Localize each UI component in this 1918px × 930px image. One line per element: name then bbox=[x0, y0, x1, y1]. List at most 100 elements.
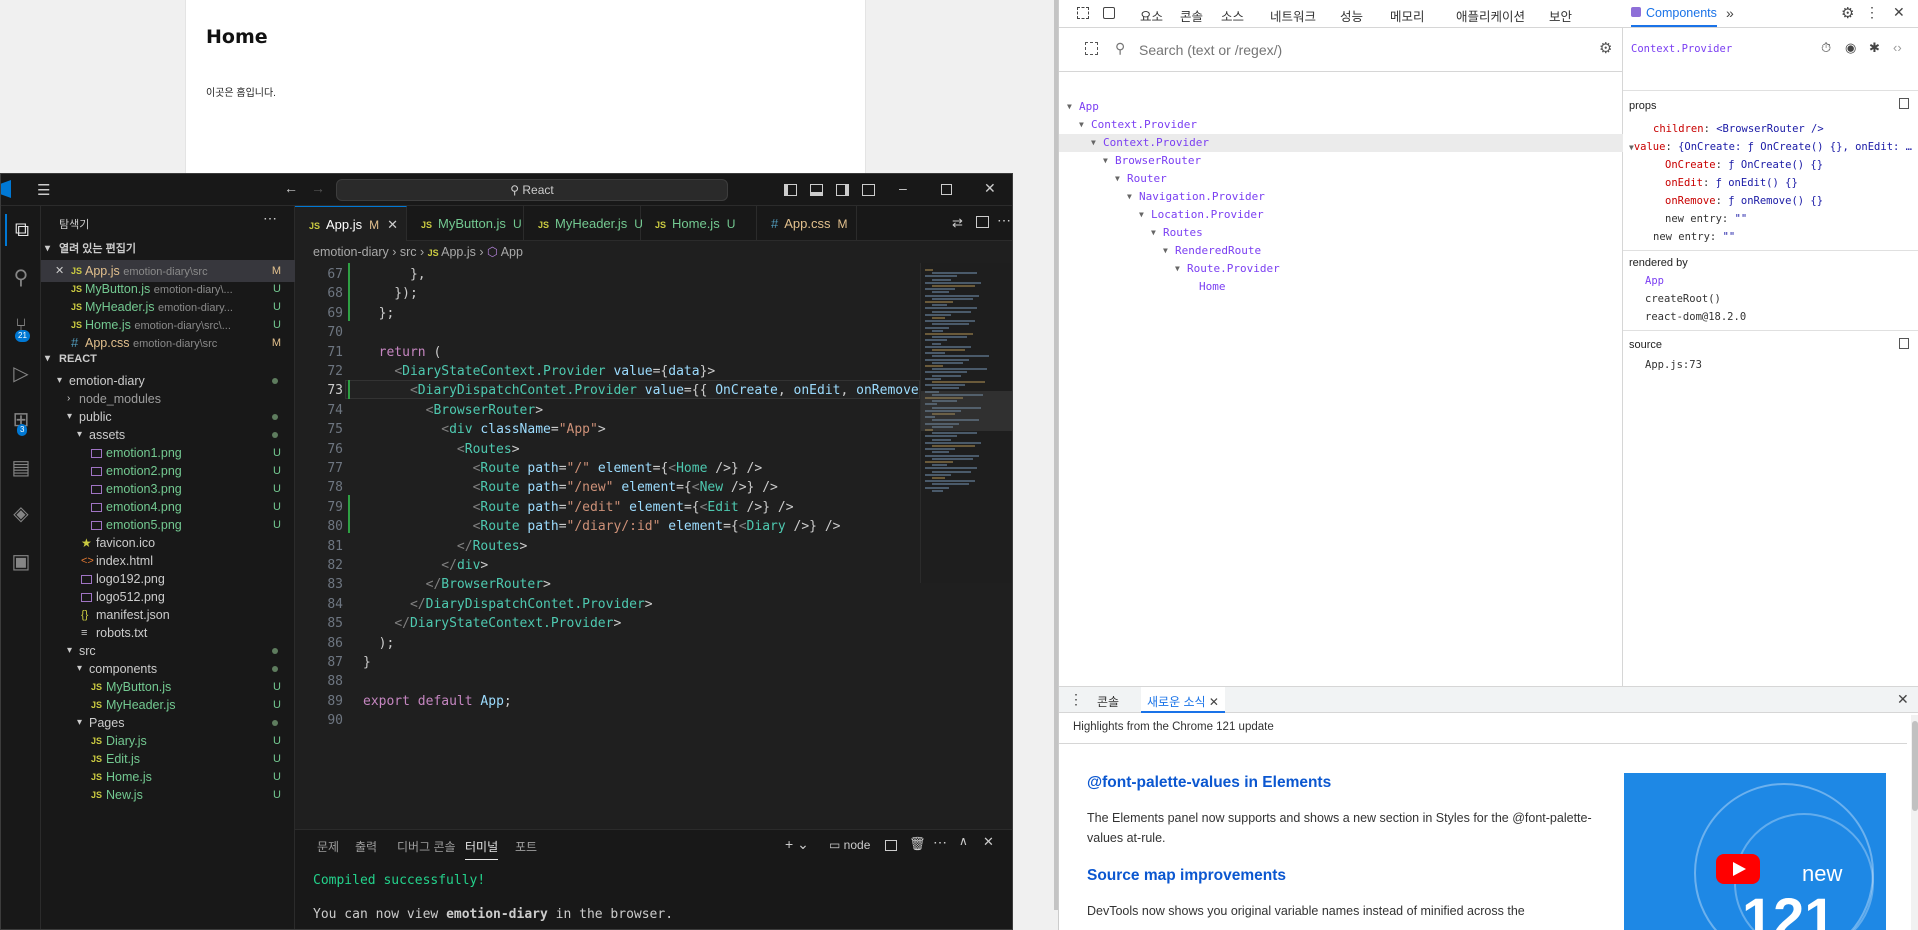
feature-heading-1[interactable]: @font-palette-values in Elements bbox=[1087, 774, 1331, 792]
devtools-tab[interactable]: 콘솔 bbox=[1180, 6, 1203, 25]
prop-row[interactable]: OnCreate: ƒ OnCreate() {} bbox=[1653, 156, 1823, 174]
inspect-element-icon[interactable] bbox=[1077, 7, 1089, 19]
prop-row[interactable]: new entry: "" bbox=[1653, 210, 1747, 228]
command-center[interactable]: ⚲ React bbox=[336, 179, 728, 201]
drawer-tab-whats-new[interactable]: 새로운 소식 ✕ bbox=[1141, 687, 1225, 713]
prop-row[interactable]: onRemove: ƒ onRemove() {} bbox=[1653, 192, 1823, 210]
minimap-slider[interactable] bbox=[921, 391, 1012, 431]
code-line[interactable]: }, bbox=[363, 265, 426, 284]
code-line[interactable]: <Route path="/" element={<Home />} /> bbox=[363, 459, 763, 478]
new-terminal-icon[interactable]: + ⌄ bbox=[785, 836, 809, 853]
code-line[interactable]: <div className="App"> bbox=[363, 420, 605, 439]
code-line[interactable]: <DiaryDispatchContet.Provider value={{ O… bbox=[363, 381, 919, 400]
tree-item[interactable]: JS New.js U bbox=[41, 784, 295, 806]
view-source-icon[interactable]: ‹› bbox=[1893, 40, 1902, 55]
expand-triangle-icon[interactable]: ▼ bbox=[1127, 188, 1132, 206]
code-editor[interactable]: 67 }, 68 }); 69 }; 70 71 return (72 <DiarySt… bbox=[295, 263, 920, 783]
customize-layout-icon[interactable] bbox=[862, 184, 875, 196]
expand-triangle-icon[interactable]: ▼ bbox=[1091, 134, 1096, 152]
expand-triangle-icon[interactable]: ▼ bbox=[1175, 260, 1180, 278]
drawer-menu-icon[interactable]: ⋮ bbox=[1069, 691, 1083, 708]
code-line[interactable]: </Routes> bbox=[363, 537, 527, 556]
run-debug-icon[interactable]: ▷ bbox=[5, 358, 37, 390]
eye-icon[interactable]: ◉ bbox=[1845, 40, 1856, 56]
expand-triangle-icon[interactable]: ▼ bbox=[1151, 224, 1156, 242]
minimap[interactable] bbox=[920, 263, 1012, 583]
tab-components[interactable]: Components bbox=[1631, 6, 1717, 27]
menu-icon[interactable]: ☰ bbox=[37, 181, 50, 199]
component-tree-node[interactable]: ▼ Context.Provider bbox=[1059, 134, 1623, 152]
component-tree-node[interactable]: ▼ Route.Provider bbox=[1059, 260, 1623, 278]
code-line[interactable]: return ( bbox=[363, 343, 442, 362]
open-editors-header[interactable]: ▾ 열려 있는 편집기 bbox=[41, 238, 295, 260]
component-tree-node[interactable]: ▼ Location.Provider bbox=[1059, 206, 1623, 224]
component-settings-icon[interactable]: ⚙ bbox=[1599, 39, 1612, 57]
bug-icon[interactable]: ✱ bbox=[1869, 40, 1880, 56]
code-line[interactable]: <Route path="/new" element={<New />} /> bbox=[363, 478, 778, 497]
more-tabs-icon[interactable]: » bbox=[1726, 5, 1734, 21]
devtools-tab[interactable]: 네트워크 bbox=[1270, 6, 1316, 25]
panel-tab[interactable]: 디버그 콘솔 bbox=[397, 838, 456, 855]
code-line[interactable]: <BrowserRouter> bbox=[363, 401, 543, 420]
toggle-panel-icon[interactable] bbox=[810, 184, 823, 196]
open-editor-item[interactable]: # App.css emotion-diary\src M bbox=[41, 332, 295, 354]
maximize-panel-icon[interactable]: ∧ bbox=[959, 834, 968, 848]
feedback-icon[interactable]: ▣ bbox=[5, 546, 37, 578]
timer-icon[interactable]: ⏱ bbox=[1821, 40, 1831, 56]
expand-triangle-icon[interactable]: ▼ bbox=[1067, 98, 1072, 116]
split-terminal-icon[interactable] bbox=[885, 840, 897, 851]
expand-triangle-icon[interactable]: ▼ bbox=[1139, 206, 1144, 224]
youtube-play-icon[interactable] bbox=[1716, 854, 1760, 884]
toggle-sidebar-icon[interactable] bbox=[784, 184, 797, 196]
code-line[interactable]: ); bbox=[363, 634, 395, 653]
code-line[interactable]: <Route path="/diary/:id" element={<Diary… bbox=[363, 517, 841, 536]
kebab-menu-icon[interactable]: ⋮ bbox=[1865, 4, 1879, 21]
code-line[interactable]: }); bbox=[363, 284, 418, 303]
drawer-scrollbar[interactable] bbox=[1911, 715, 1918, 930]
component-tree-node[interactable]: ▼ RenderedRoute bbox=[1059, 242, 1623, 260]
search-icon[interactable]: ⚲ bbox=[5, 262, 37, 294]
close-devtools-icon[interactable]: ✕ bbox=[1893, 4, 1905, 21]
rendered-by-item[interactable]: App bbox=[1645, 272, 1664, 290]
devtools-tab[interactable]: 보안 bbox=[1549, 6, 1572, 25]
docker-icon[interactable]: ▤ bbox=[5, 452, 37, 484]
close-window-icon[interactable]: ✕ bbox=[984, 180, 996, 197]
panel-more-icon[interactable]: ⋯ bbox=[933, 834, 947, 851]
component-tree-node[interactable]: ▼ Navigation.Provider bbox=[1059, 188, 1623, 206]
panel-tab[interactable]: 문제 bbox=[317, 838, 339, 855]
editor-more-icon[interactable]: ⋯ bbox=[997, 212, 1011, 229]
settings-gear-icon[interactable]: ⚙ bbox=[1841, 4, 1854, 22]
code-line[interactable]: } bbox=[363, 653, 371, 672]
code-line[interactable]: <Route path="/edit" element={<Edit />} /… bbox=[363, 498, 794, 517]
close-panel-icon[interactable]: ✕ bbox=[983, 834, 994, 850]
drawer-tab-console[interactable]: 콘솔 bbox=[1097, 693, 1119, 710]
tab-app-css[interactable]: # App.css M bbox=[757, 206, 857, 241]
component-tree-node[interactable]: ▼ Context.Provider bbox=[1059, 116, 1623, 134]
expand-triangle-icon[interactable]: ▼ bbox=[1103, 152, 1108, 170]
feature-heading-2[interactable]: Source map improvements bbox=[1087, 867, 1286, 885]
copy-source-icon[interactable] bbox=[1899, 338, 1909, 349]
compare-icon[interactable]: ⇄ bbox=[952, 215, 963, 231]
tab-app-js[interactable]: JS App.js M ✕ bbox=[295, 206, 407, 241]
devtools-tab[interactable]: 요소 bbox=[1140, 6, 1163, 25]
code-line[interactable]: <DiaryStateContext.Provider value={data}… bbox=[363, 362, 715, 381]
breadcrumb-item[interactable]: emotion-diary bbox=[313, 245, 389, 259]
code-line[interactable]: </BrowserRouter> bbox=[363, 575, 551, 594]
code-line[interactable]: </DiaryDispatchContet.Provider> bbox=[363, 595, 653, 614]
terminal-node[interactable]: ▭ node bbox=[829, 838, 870, 852]
breadcrumb[interactable]: emotion-diary › src › JS App.js › ⬡ App bbox=[295, 241, 1012, 263]
devtools-tab[interactable]: 소스 bbox=[1221, 6, 1244, 25]
video-thumbnail[interactable]: new 121 bbox=[1624, 773, 1886, 930]
devtools-tab[interactable]: 메모리 bbox=[1390, 6, 1425, 25]
component-search-input[interactable] bbox=[1139, 39, 1519, 61]
expand-triangle-icon[interactable]: ▼ bbox=[1163, 242, 1168, 260]
panel-tab[interactable]: 출력 bbox=[355, 838, 377, 855]
tab-myheader-js[interactable]: JS MyHeader.js U bbox=[524, 206, 643, 241]
prop-row[interactable]: onEdit: ƒ onEdit() {} bbox=[1653, 174, 1798, 192]
breadcrumb-item[interactable]: App.js bbox=[441, 245, 476, 259]
prop-row[interactable]: children: <BrowserRouter /> bbox=[1641, 120, 1824, 138]
devtools-tab[interactable]: 성능 bbox=[1340, 6, 1363, 25]
maximize-icon[interactable] bbox=[941, 184, 952, 195]
more-actions-icon[interactable]: ⋯ bbox=[263, 210, 277, 227]
tab-mybutton-js[interactable]: JS MyButton.js U bbox=[407, 206, 524, 241]
